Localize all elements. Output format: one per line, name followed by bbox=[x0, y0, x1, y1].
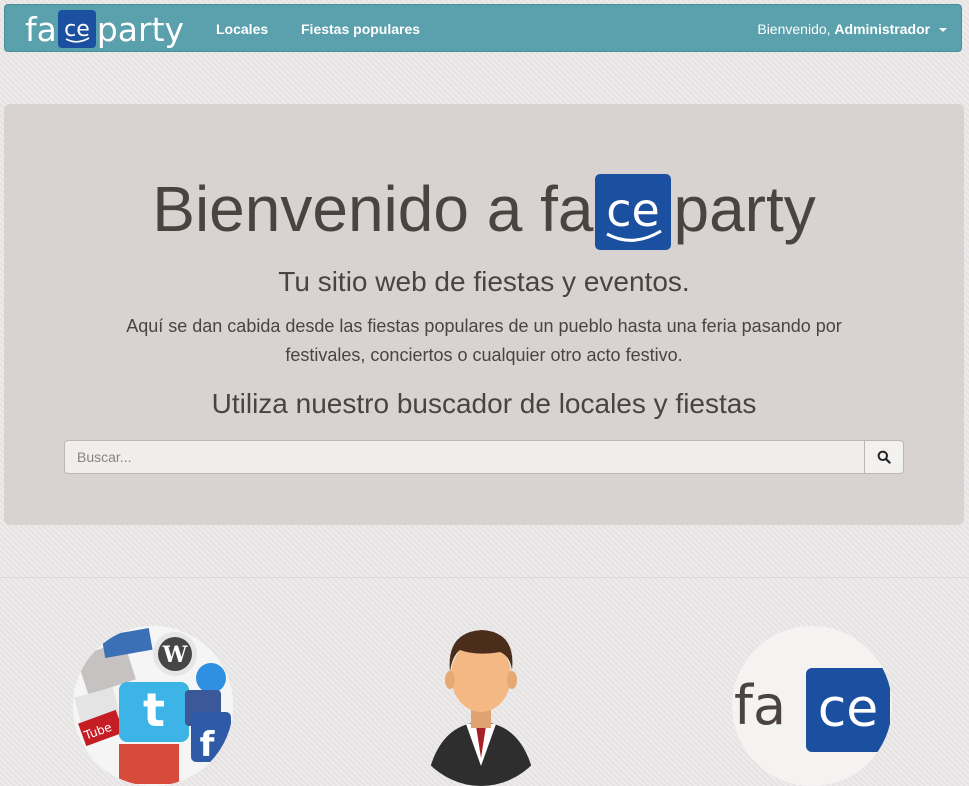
svg-text:ce: ce bbox=[607, 183, 661, 237]
ce-logo-icon: ce bbox=[64, 17, 90, 43]
section-divider bbox=[0, 577, 969, 578]
search-input[interactable] bbox=[64, 440, 865, 474]
user-greeting: Bienvenido, bbox=[757, 21, 831, 37]
brand-logo[interactable]: fa ce party bbox=[25, 9, 184, 49]
svg-text:ce: ce bbox=[818, 679, 879, 739]
social-media-feature-image: W Tube t f bbox=[73, 626, 233, 786]
social-media-icons-image: W Tube t f bbox=[73, 626, 233, 786]
brand-logo-mark: ce bbox=[57, 10, 96, 48]
svg-text:f: f bbox=[200, 725, 216, 765]
faceparty-logo-feature-image: fa ce bbox=[732, 626, 892, 786]
ce-logo-icon: ce bbox=[607, 183, 663, 242]
search-icon bbox=[877, 450, 891, 464]
search-group bbox=[64, 440, 904, 474]
nav-link-locales[interactable]: Locales bbox=[216, 5, 268, 53]
svg-text:t: t bbox=[143, 683, 165, 737]
hero-title: Bienvenido a fa ce party bbox=[4, 169, 964, 250]
faceparty-logo-image: fa ce bbox=[732, 626, 892, 786]
svg-text:W: W bbox=[162, 642, 188, 668]
hero-logo-mark: ce bbox=[595, 174, 672, 250]
search-heading: Utiliza nuestro buscador de locales y fi… bbox=[211, 388, 757, 419]
hero-title-prefix: Bienvenido a fa bbox=[152, 173, 594, 245]
svg-text:fa: fa bbox=[734, 674, 786, 737]
hero-description: Aquí se dan cabida desde las fiestas pop… bbox=[44, 312, 924, 370]
hero-title-suffix: party bbox=[673, 173, 816, 245]
search-button[interactable] bbox=[865, 440, 904, 474]
hero-description-line-2: festivales, conciertos o cualquier otro … bbox=[285, 345, 683, 365]
svg-text:ce: ce bbox=[64, 17, 90, 42]
user-menu-dropdown[interactable]: Bienvenido, Administrador bbox=[757, 5, 947, 53]
brand-prefix: fa bbox=[25, 9, 57, 49]
nav-link-fiestas-populares[interactable]: Fiestas populares bbox=[301, 5, 420, 53]
caret-down-icon bbox=[939, 28, 947, 33]
user-name: Administrador bbox=[834, 21, 931, 37]
hero-subtitle: Tu sitio web de fiestas y eventos. bbox=[278, 266, 690, 297]
hero-jumbotron: Bienvenido a fa ce party Tu sitio web de… bbox=[4, 104, 964, 525]
businessman-avatar-image bbox=[426, 630, 536, 786]
brand-suffix: party bbox=[96, 9, 185, 49]
hero-description-line-1: Aquí se dan cabida desde las fiestas pop… bbox=[126, 316, 842, 336]
top-navbar: fa ce party Locales Fiestas populares Bi… bbox=[4, 4, 962, 52]
user-feature-image bbox=[406, 626, 556, 786]
